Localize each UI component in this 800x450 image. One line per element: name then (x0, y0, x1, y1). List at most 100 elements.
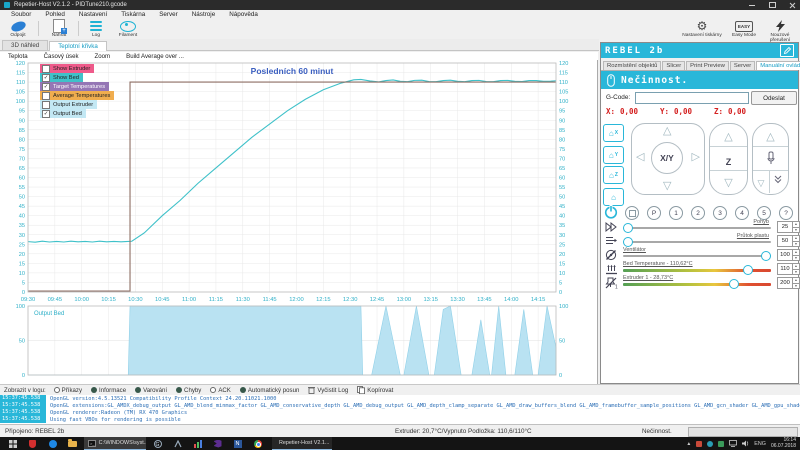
legend-item-3[interactable]: Average Temperatures (40, 91, 114, 100)
load-button[interactable]: + Nahrát (44, 20, 74, 38)
jog-x-plus-icon[interactable]: ▷ (692, 152, 700, 163)
spin-down-icon[interactable]: ▼ (793, 228, 799, 233)
menu-item-2[interactable]: Nastavení (72, 11, 114, 18)
app-taskbar-icon-2[interactable] (173, 439, 182, 448)
extruder-slider-label[interactable]: Extruder 1 - 28,73°C (623, 275, 673, 281)
legend-checkbox[interactable]: ✓ (42, 74, 50, 82)
legend-item-1[interactable]: ✓Show Bed (40, 73, 83, 82)
legend-item-0[interactable]: Show Extruder (40, 64, 94, 73)
jog-x-minus-icon[interactable]: ◁ (636, 152, 644, 163)
minimize-button[interactable] (748, 2, 756, 9)
legend-checkbox[interactable]: ✓ (42, 83, 50, 91)
filament-button[interactable]: Filament (112, 20, 144, 38)
log-output[interactable]: 15:37:45.538OpenGL version:4.5.13521 Com… (0, 395, 800, 424)
unload-filament-icon[interactable] (773, 174, 783, 184)
chrome-icon[interactable] (253, 439, 262, 448)
spin-down-icon[interactable]: ▼ (793, 270, 799, 275)
retract-icon[interactable]: △ (766, 131, 774, 143)
preset-button-?[interactable]: ? (779, 206, 793, 220)
jog-y-plus-icon[interactable]: △ (663, 126, 671, 137)
menu-item-3[interactable]: Tiskárna (114, 11, 152, 18)
log-filter-3[interactable]: Chyby (176, 387, 201, 394)
copy-log-button[interactable]: Kopírovat (357, 386, 393, 394)
volume-icon[interactable] (742, 440, 749, 447)
chart-menu-timespan[interactable]: Časový úsek (44, 53, 79, 59)
easy-mode-button[interactable]: EASY Easy Mode (728, 20, 760, 38)
control-tab-0[interactable]: Rozmístění objektů (603, 61, 661, 70)
gcode-input[interactable] (635, 92, 749, 104)
extruder-slider-thumb[interactable] (729, 279, 739, 289)
menu-item-0[interactable]: Soubor (4, 11, 38, 18)
taskbar-clock[interactable]: 16:14 06.07.2018 (771, 438, 798, 449)
log-filter-1[interactable]: Informace (91, 387, 126, 394)
control-tab-3[interactable]: Server (730, 61, 755, 70)
fan-slider-track[interactable] (623, 255, 771, 257)
emergency-stop-button[interactable]: Nouzové přerušení (760, 20, 800, 43)
close-button[interactable] (788, 2, 796, 9)
legend-item-5[interactable]: ✓Output Bed (40, 109, 86, 118)
tray-green-icon[interactable] (718, 441, 724, 447)
language-indicator[interactable]: ENG (754, 441, 766, 447)
extruder-slider-track[interactable] (623, 283, 771, 286)
z-jog-pad[interactable]: △ Z ▽ (709, 123, 748, 195)
speed-spinbox[interactable]: 25▲▼ (777, 221, 800, 233)
menu-item-4[interactable]: Server (152, 11, 185, 18)
jog-y-minus-icon[interactable]: ▽ (663, 181, 671, 192)
preset-button-5[interactable]: 5 (757, 206, 771, 220)
bed-slider-label[interactable]: Bed Temperature - 110,62°C (623, 261, 693, 267)
log-filter-0[interactable]: Příkazy (54, 387, 82, 394)
fan-spinbox[interactable]: 100▲▼ (777, 249, 800, 261)
app-taskbar-icon-1[interactable]: G (153, 439, 162, 448)
menu-item-5[interactable]: Nástroje (185, 11, 222, 18)
fan-slider-thumb[interactable] (761, 251, 771, 261)
send-gcode-button[interactable]: Odeslat (751, 91, 797, 105)
home-y-button[interactable]: ⌂Y (603, 146, 624, 164)
tab-3d-preview[interactable]: 3D náhled (2, 40, 48, 50)
spin-down-icon[interactable]: ▼ (793, 256, 799, 261)
speed-slider-track[interactable] (623, 227, 771, 229)
power-button[interactable] (604, 205, 618, 219)
spin-down-icon[interactable]: ▼ (793, 284, 799, 289)
control-tab-4[interactable]: Manuální ovládání (756, 61, 800, 70)
bed-spinbox[interactable]: 110▲▼ (777, 263, 800, 275)
home-all-button[interactable]: ⌂ (603, 188, 624, 206)
jog-z-plus-icon[interactable]: △ (724, 131, 732, 143)
legend-item-2[interactable]: ✓Target Temperatures (40, 82, 109, 91)
xy-jog-pad[interactable]: △ ▽ ◁ ▷ X/Y (631, 123, 705, 195)
clear-log-button[interactable]: Vyčistit Log (308, 386, 348, 394)
menu-item-6[interactable]: Nápověda (222, 11, 265, 18)
network-icon[interactable] (729, 440, 737, 447)
repetier-taskbar-button[interactable]: Repetier-Host V2.1... (272, 437, 332, 450)
control-tab-2[interactable]: Print Preview (686, 61, 729, 70)
bed-slider-track[interactable] (623, 269, 771, 272)
tab-temperature-curve[interactable]: Teplotní křivka (49, 41, 107, 51)
speed-slider-thumb[interactable] (623, 223, 633, 233)
chart-menu-zoom[interactable]: Zoom (95, 53, 111, 59)
jog-z-minus-icon[interactable]: ▽ (724, 177, 732, 189)
home-z-button[interactable]: ⌂Z (603, 166, 624, 184)
legend-item-4[interactable]: Output Extruder (40, 100, 97, 109)
preset-button-1[interactable]: 1 (669, 206, 683, 220)
extruder-spinbox[interactable]: 200▲▼ (777, 277, 800, 289)
preset-button-2[interactable]: 2 (691, 206, 705, 220)
messenger-taskbar-icon[interactable] (48, 439, 57, 448)
app-taskbar-icon-3[interactable] (193, 439, 202, 448)
legend-checkbox[interactable]: ✓ (42, 110, 50, 118)
log-filter-4[interactable]: ACK (210, 387, 231, 394)
printer-settings-button[interactable]: ⚙ Nastavení tiskárny (678, 20, 726, 38)
antivirus-taskbar-icon[interactable] (28, 439, 37, 448)
flow-spinbox[interactable]: 50▲▼ (777, 235, 800, 247)
spin-down-icon[interactable]: ▼ (793, 242, 799, 247)
control-tab-1[interactable]: Slicer (662, 61, 685, 70)
legend-checkbox[interactable] (42, 92, 50, 100)
tray-expand-icon[interactable]: ▲ (686, 441, 691, 447)
legend-checkbox[interactable] (42, 101, 50, 109)
extrude-icon[interactable]: ▽ (758, 178, 765, 188)
edit-printer-button[interactable] (780, 44, 794, 57)
flow-slider-track[interactable] (623, 241, 771, 243)
maximize-button[interactable] (768, 2, 776, 9)
chart-menu-temperature[interactable]: Teplota (8, 53, 28, 59)
chart-menu-average[interactable]: Build Average over ... (126, 53, 184, 59)
visual-studio-icon[interactable] (213, 439, 222, 448)
bed-slider-thumb[interactable] (743, 265, 753, 275)
